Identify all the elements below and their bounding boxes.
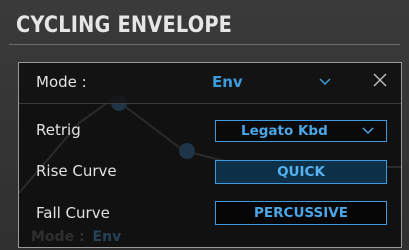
rise-curve-label: Rise Curve <box>36 162 117 180</box>
rise-curve-button[interactable]: QUICK <box>215 160 387 184</box>
panel-title: CYCLING ENVELOPE <box>16 13 233 38</box>
fall-curve-button[interactable]: PERCUSSIVE <box>215 201 387 225</box>
background-mode-text: Mode : Env <box>31 229 121 245</box>
retrig-dropdown[interactable]: Legato Kbd <box>215 120 387 142</box>
mode-label: Mode : <box>36 73 87 91</box>
cycling-envelope-panel: CYCLING ENVELOPE Mode : Env Mode : Env Re… <box>0 0 409 250</box>
close-icon[interactable] <box>372 72 388 88</box>
retrig-label: Retrig <box>36 121 81 139</box>
fall-curve-label: Fall Curve <box>36 204 110 222</box>
title-divider <box>9 44 400 45</box>
mode-value[interactable]: Env <box>212 73 243 91</box>
settings-popup: Mode : Env Mode : Env Retrig Legato Kbd R… <box>18 62 402 248</box>
background-mode-label: Mode : <box>31 229 85 245</box>
mode-row: Mode : Env <box>19 63 401 104</box>
retrig-dropdown-value: Legato Kbd <box>241 123 328 139</box>
chevron-down-icon[interactable] <box>318 76 332 86</box>
background-mode-value: Env <box>92 229 122 245</box>
chevron-down-icon <box>362 127 374 135</box>
